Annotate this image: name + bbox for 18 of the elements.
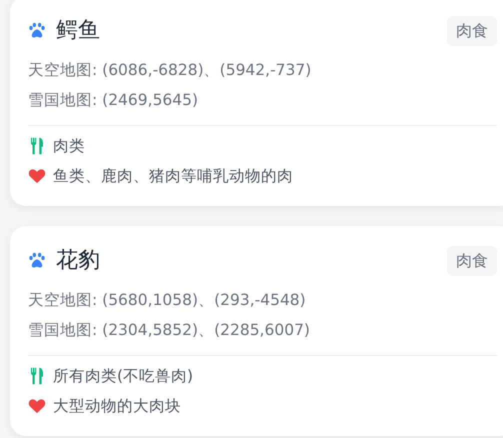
utensils-icon xyxy=(28,137,46,155)
favorite-text: 鱼类、鹿肉、猪肉等哺乳动物的肉 xyxy=(53,166,293,186)
favorite-text: 大型动物的大肉块 xyxy=(53,396,181,416)
food-text: 肉类 xyxy=(53,136,85,156)
animal-name: 花豹 xyxy=(56,247,100,275)
paw-icon xyxy=(28,22,46,40)
utensils-icon xyxy=(28,367,46,385)
location-text: 天空地图: (5680,1058)、(293,-4548) xyxy=(28,290,307,311)
diet-tag: 肉食 xyxy=(447,16,497,46)
diet-tag: 肉食 xyxy=(447,246,497,276)
location-text: 雪国地图: (2304,5852)、(2285,6007) xyxy=(28,320,311,341)
location-text: 雪国地图: (2469,5645) xyxy=(28,90,200,111)
heart-icon xyxy=(28,167,46,185)
food-text: 所有肉类(不吃兽肉) xyxy=(53,366,194,386)
location-text: 天空地图: (6086,-6828)、(5942,-737) xyxy=(28,60,312,81)
heart-icon xyxy=(28,397,46,415)
paw-icon xyxy=(28,252,46,270)
animal-name: 鳄鱼 xyxy=(56,17,100,45)
